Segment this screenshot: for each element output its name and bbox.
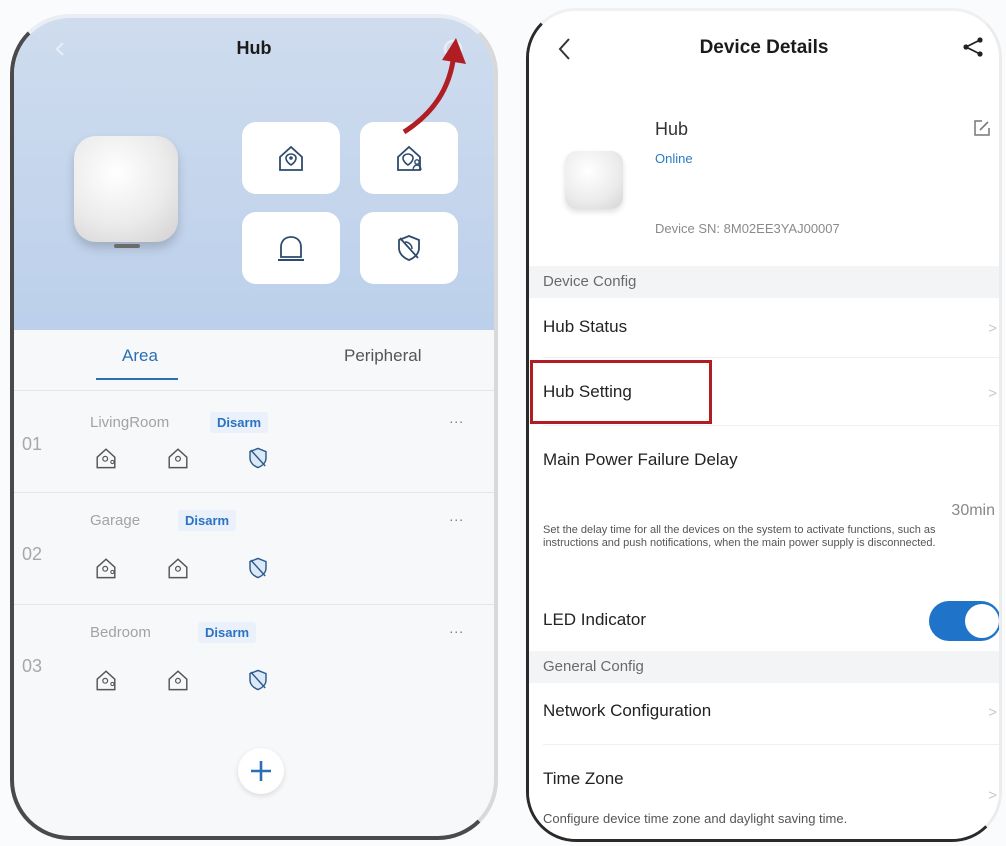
home-shield-icon [279,145,303,171]
area-name: Garage [90,512,141,529]
section-title: General Config [543,658,644,675]
disarm-shield-icon[interactable] [246,556,270,580]
chevron-right-icon: > [988,704,997,721]
edit-icon[interactable] [973,119,991,137]
device-serial: Device SN: 8M02EE3YAJ00007 [655,221,840,236]
home-person-icon [397,145,422,171]
item-description: Configure device time zone and daylight … [543,811,848,826]
item-label: Main Power Failure Delay [543,450,738,469]
disarm-shield-icon[interactable] [246,446,270,470]
disarm-shield-icon[interactable] [246,668,270,692]
time-zone-item[interactable]: Time Zone > Configure device time zone a… [529,745,999,839]
item-label: LED Indicator [543,610,646,629]
status-badge: Disarm [210,412,269,433]
device-details-screen: Device Details Hub Online Device SN: 8M0… [526,8,1002,842]
led-indicator-item: LED Indicator [529,593,999,651]
more-menu-button[interactable]: ... [449,620,464,636]
network-configuration-item[interactable]: Network Configuration > [529,683,999,745]
status-badge: Disarm [178,510,237,531]
section-device-config: Device Config [529,266,999,298]
add-area-button[interactable] [238,748,284,794]
area-row-bedroom[interactable]: Bedroom Disarm ... 03 [14,606,494,718]
arm-stay-icon[interactable] [166,668,190,692]
arm-stay-icon[interactable] [166,556,190,580]
chevron-right-icon: > [988,787,997,804]
toggle-knob [965,604,999,638]
active-tab-indicator [96,378,178,380]
chevron-right-icon: > [988,320,997,337]
hub-device-image [74,136,178,248]
header-bar: Device Details [529,11,999,85]
share-icon[interactable] [961,35,985,59]
arm-away-icon[interactable] [94,446,118,470]
divider [14,604,494,605]
disarm-button[interactable] [360,212,458,284]
section-title: Device Config [543,273,637,290]
arm-away-icon[interactable] [94,556,118,580]
delay-value: 30min [951,502,995,519]
arm-away-icon[interactable] [94,668,118,692]
tab-area[interactable]: Area [100,346,180,366]
device-card: Hub Online Device SN: 8M02EE3YAJ00007 [529,85,999,261]
alarm-bell-icon [278,236,304,261]
area-name: Bedroom [90,624,151,641]
item-description: Set the delay time for all the devices o… [543,524,936,549]
area-number: 02 [22,544,43,564]
device-name: Hub [655,119,689,139]
divider [14,492,494,493]
chevron-right-icon: > [988,385,997,402]
item-label: Time Zone [543,769,624,788]
arm-away-button[interactable] [242,122,340,194]
area-number: 01 [22,434,43,454]
page-title: Device Details [699,37,829,58]
status-badge: Disarm [198,622,257,643]
item-label: Network Configuration [543,701,712,720]
area-row-garage[interactable]: Garage Disarm ... 02 [14,494,494,606]
area-number: 03 [22,656,43,676]
device-status: Online [655,151,693,166]
arm-stay-icon[interactable] [166,446,190,470]
area-name: LivingRoom [90,414,170,431]
area-row-livingroom[interactable]: LivingRoom Disarm ... 01 [14,390,494,502]
shield-off-icon [398,235,420,261]
annotation-arrow [402,38,466,135]
led-toggle[interactable] [929,601,999,641]
area-peripheral-tabs: Area Peripheral [14,330,494,390]
plus-icon [251,761,271,781]
hub-status-item[interactable]: Hub Status > [529,298,999,358]
more-menu-button[interactable]: ... [449,508,464,524]
item-label: Hub Status [543,317,628,336]
device-image [565,151,623,209]
screenshot-stage: Hub Area Peripheral LivingRoom Disarm ..… [0,0,1006,846]
main-power-failure-delay-item[interactable]: Main Power Failure Delay 30min Set the d… [529,426,999,588]
more-menu-button[interactable]: ... [449,410,464,426]
annotation-highlight-box [530,360,712,424]
tab-peripheral[interactable]: Peripheral [344,346,422,366]
section-general-config: General Config [529,651,999,683]
sos-button[interactable] [242,212,340,284]
